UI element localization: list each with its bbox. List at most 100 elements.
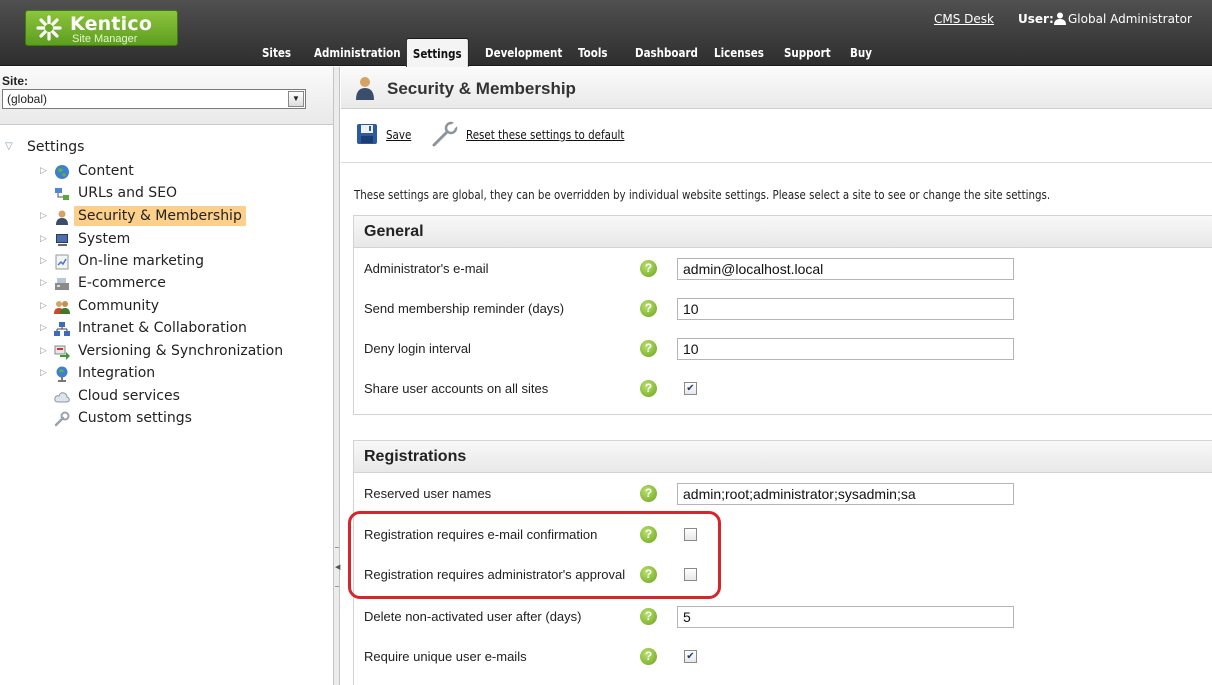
logo-name: Kentico [70,13,153,35]
help-icon[interactable]: ? [640,260,657,277]
setting-label: Send membership reminder (days) [364,301,565,316]
sitemap-icon [55,188,69,200]
user-label: User: [1018,12,1054,26]
sync-icon [54,345,70,360]
tab-dashboard[interactable]: Dashboard [635,42,698,66]
cloud-icon [54,392,70,403]
cms-desk-link[interactable]: CMS Desk [934,12,994,26]
tree-item-label: Security & Membership [74,206,246,226]
collapse-panel-icon[interactable]: ◀ [335,547,340,587]
setting-label: Require unique user e-mails [364,649,527,664]
collapsed-arrow-icon[interactable]: ▷ [40,161,50,181]
setting-row-unique-emails: Require unique user e-mails ? ✔ [354,637,1212,677]
tab-sites[interactable]: Sites [262,42,291,66]
setting-row-deny-login: Deny login interval ? 10 [354,329,1212,369]
site-selector-area: Site: (global) ▼ [0,67,333,125]
left-panel: Site: (global) ▼ ▽ Settings ▷ Content UR… [0,67,333,685]
info-text: These settings are global, they can be o… [354,188,1051,202]
kentico-logo[interactable]: Kentico Site Manager [25,10,178,46]
save-button[interactable]: Save [386,128,411,142]
tree-item-label: Integration [78,365,156,381]
tab-administration[interactable]: Administration [314,42,401,66]
tree-item-label: Content [78,163,134,179]
unique-emails-checkbox[interactable]: ✔ [684,650,697,663]
toolbar: Save Reset these settings to default [341,109,1212,163]
setting-row-admin-email: Administrator's e-mail ? admin@localhost… [354,249,1212,289]
tree-item-label: Custom settings [78,410,192,426]
tab-development[interactable]: Development [485,42,562,66]
collapsed-arrow-icon[interactable]: ▷ [40,363,50,383]
membership-reminder-input[interactable]: 10 [677,298,1014,320]
tree-item-label: Versioning & Synchronization [78,343,284,359]
page-header: Security & Membership [341,67,1212,109]
chart-icon [55,254,69,270]
tab-support[interactable]: Support [784,42,831,66]
network-icon [54,322,70,336]
help-icon[interactable]: ? [640,340,657,357]
tree-item-label: Community [78,298,160,314]
site-label: Site: [2,74,29,88]
kentico-logo-icon [36,15,62,41]
collapsed-arrow-icon[interactable]: ▷ [40,251,50,271]
setting-label: Delete non-activated user after (days) [364,609,582,624]
deny-login-interval-input[interactable]: 10 [677,338,1014,360]
top-header: Kentico Site Manager Sites Administratio… [0,0,1212,67]
user-icon [56,210,68,225]
group-icon [54,301,70,314]
tab-licenses[interactable]: Licenses [714,42,764,66]
globe-stand-icon [56,366,68,382]
wrench-icon[interactable] [431,120,459,148]
tree-root-label: Settings [27,139,85,155]
collapsed-arrow-icon[interactable]: ▷ [40,229,50,249]
tab-settings[interactable]: Settings [406,38,469,67]
admin-email-input[interactable]: admin@localhost.local [677,258,1014,280]
save-icon[interactable] [356,123,378,145]
site-select-value: (global) [7,92,48,106]
collapsed-arrow-icon[interactable]: ▷ [40,296,50,316]
help-icon[interactable]: ? [640,380,657,397]
reserved-user-names-input[interactable]: admin;root;administrator;sysadmin;sa [677,483,1014,505]
tree-item-label: Cloud services [78,388,180,404]
logo-subtitle: Site Manager [72,33,138,45]
setting-label: Deny login interval [364,341,471,356]
wrench-icon [54,411,70,427]
share-accounts-checkbox[interactable]: ✔ [684,382,697,395]
tree-item-label: On-line marketing [78,253,204,269]
help-icon[interactable]: ? [640,608,657,625]
reset-to-default-button[interactable]: Reset these settings to default [466,128,624,142]
chevron-down-icon[interactable]: ▼ [288,91,304,107]
highlight-annotation [348,511,721,599]
help-icon[interactable]: ? [640,648,657,665]
tree-item-label: E-commerce [78,275,166,291]
setting-row-delete-non-activated: Delete non-activated user after (days) ?… [354,597,1212,637]
collapsed-arrow-icon[interactable]: ▷ [40,206,50,226]
setting-label: Administrator's e-mail [364,261,489,276]
section-title: General [354,216,1212,248]
user-name[interactable]: Global Administrator [1068,12,1192,26]
collapsed-arrow-icon[interactable]: ▷ [40,341,50,361]
site-select[interactable]: (global) ▼ [2,89,306,109]
user-icon [1054,12,1066,25]
tab-tools[interactable]: Tools [578,42,608,66]
panel-splitter[interactable]: ◀ [333,67,340,685]
setting-label: Reserved user names [364,486,492,501]
delete-non-activated-input[interactable]: 5 [677,606,1014,628]
setting-row-reserved-names: Reserved user names ? admin;root;adminis… [354,474,1212,514]
monitor-icon [56,234,68,246]
section-title: Registrations [354,441,1212,473]
tab-buy[interactable]: Buy [850,42,872,66]
section-general: General Administrator's e-mail ? admin@l… [353,215,1212,415]
cash-register-icon [55,278,69,290]
page-title: Security & Membership [387,79,576,98]
expanded-arrow-icon[interactable]: ▽ [5,137,15,157]
tree-item-label: System [78,231,131,247]
collapsed-arrow-icon[interactable]: ▷ [40,318,50,338]
collapsed-arrow-icon[interactable]: ▷ [40,273,50,293]
help-icon[interactable]: ? [640,485,657,502]
setting-label: Share user accounts on all sites [364,381,549,396]
setting-row-membership-reminder: Send membership reminder (days) ? 10 [354,289,1212,329]
setting-row-share-accounts: Share user accounts on all sites ? ✔ [354,369,1212,409]
help-icon[interactable]: ? [640,300,657,317]
tree-item-label: Intranet & Collaboration [78,320,247,336]
globe-icon [55,165,69,179]
